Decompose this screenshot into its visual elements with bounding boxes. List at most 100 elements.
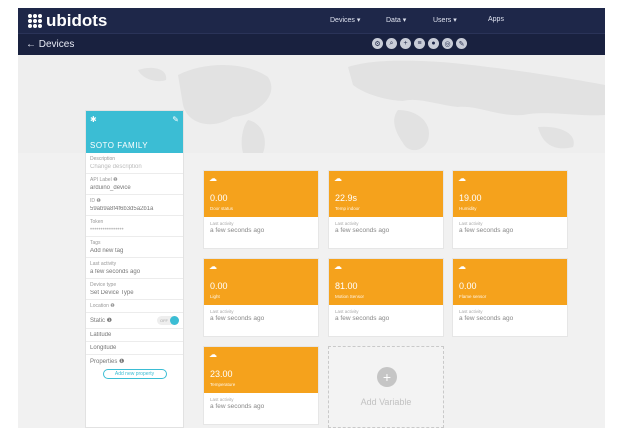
variable-card[interactable]: ☁ 81.00 Motion Sensor Last activity a fe… xyxy=(328,258,444,337)
field-token[interactable]: Token •••••••••••••••• xyxy=(86,216,183,237)
nav-devices[interactable]: Devices ▾ xyxy=(330,16,360,24)
cloud-icon: ☁ xyxy=(209,350,217,359)
variable-card[interactable]: ☁ 0.00 Light Last activity a few seconds… xyxy=(203,258,319,337)
field-value: a few seconds ago xyxy=(90,269,141,275)
last-activity-time: a few seconds ago xyxy=(459,315,514,322)
static-toggle[interactable]: OFF xyxy=(157,316,179,325)
plus-icon: + xyxy=(377,367,397,387)
pencil-icon[interactable]: ✎ xyxy=(456,38,467,49)
field-label: API Label ❶ xyxy=(90,177,118,183)
variable-value: 0.00 xyxy=(210,193,228,203)
add-icon[interactable]: + xyxy=(400,38,411,49)
breadcrumb-devices[interactable]: ← Devices xyxy=(26,39,74,50)
field-properties: Properties ❶ Add new property xyxy=(86,355,183,382)
variable-card[interactable]: ☁ 19.00 Humidity Last activity a few sec… xyxy=(452,170,568,249)
field-value: Set Device Type xyxy=(90,290,134,296)
field-api-label[interactable]: API Label ❶ arduino_device xyxy=(86,174,183,195)
longitude-label: Longitude xyxy=(90,345,117,351)
variable-name: Light xyxy=(210,294,220,299)
field-description[interactable]: Description Change description xyxy=(86,153,183,174)
last-activity-label: Last activity xyxy=(335,309,359,314)
top-navbar: ubidots Devices ▾ Data ▾ Users ▾ Apps xyxy=(18,8,605,33)
cloud-icon: ☁ xyxy=(334,262,342,271)
variable-card[interactable]: ☁ 23.00 Temperature Last activity a few … xyxy=(203,346,319,425)
device-details-panel: ✱ ✎ SOTO FAMILY Description Change descr… xyxy=(85,110,184,428)
variable-value: 22.9s xyxy=(335,193,358,203)
last-activity-label: Last activity xyxy=(459,309,483,314)
field-value: Add new tag xyxy=(90,248,124,254)
last-activity-label: Last activity xyxy=(459,221,483,226)
list-icon[interactable]: ≡ xyxy=(414,38,425,49)
field-label: ID ❶ xyxy=(90,198,101,204)
field-label: Device type xyxy=(90,282,117,288)
last-activity-time: a few seconds ago xyxy=(210,403,265,410)
add-variable-card[interactable]: + Add Variable xyxy=(328,346,444,428)
last-activity-time: a few seconds ago xyxy=(210,227,265,234)
static-toggle-text: OFF xyxy=(160,318,168,323)
last-activity-label: Last activity xyxy=(210,221,234,226)
field-label: Description xyxy=(90,156,116,162)
search-icon[interactable]: ⌕ xyxy=(386,38,397,49)
variable-name: Temp indoor xyxy=(335,206,360,211)
cloud-icon: ☁ xyxy=(209,262,217,271)
device-name: SOTO FAMILY xyxy=(90,141,149,150)
last-activity-label: Last activity xyxy=(335,221,359,226)
last-activity-time: a few seconds ago xyxy=(210,315,265,322)
variable-card[interactable]: ☁ 22.9s Temp indoor Last activity a few … xyxy=(328,170,444,249)
field-longitude[interactable]: Longitude xyxy=(86,342,183,355)
device-panel-header: ✱ ✎ SOTO FAMILY xyxy=(86,111,183,153)
static-label: Static ❶ xyxy=(90,318,113,324)
field-value: 59ab9a8f4f6b3d5a2b1a xyxy=(90,206,154,212)
variable-card[interactable]: ☁ 0.00 Door status Last activity a few s… xyxy=(203,170,319,249)
variable-name: Temperature xyxy=(210,382,236,387)
nav-apps[interactable]: Apps xyxy=(488,16,504,23)
cloud-icon: ☁ xyxy=(458,174,466,183)
variable-value: 81.00 xyxy=(335,281,358,291)
last-activity-label: Last activity xyxy=(210,397,234,402)
last-activity-time: a few seconds ago xyxy=(459,227,514,234)
nav-data[interactable]: Data ▾ xyxy=(386,16,406,24)
field-latitude[interactable]: Latitude xyxy=(86,329,183,342)
logo-dots-icon xyxy=(28,14,42,28)
globe-icon[interactable]: ◎ xyxy=(442,38,453,49)
field-last-activity: Last activity a few seconds ago xyxy=(86,258,183,279)
variable-card[interactable]: ☁ 0.00 Flame sensor Last activity a few … xyxy=(452,258,568,337)
last-activity-time: a few seconds ago xyxy=(335,227,390,234)
field-label: Location ❶ xyxy=(90,303,115,309)
cloud-icon: ☁ xyxy=(458,262,466,271)
device-gear-icon[interactable]: ✱ xyxy=(90,115,97,124)
toolbar: ⚙ ⌕ + ≡ ● ◎ ✎ xyxy=(372,38,467,49)
field-location: Location ❶ xyxy=(86,300,183,313)
variable-name: Humidity xyxy=(459,206,477,211)
latitude-label: Latitude xyxy=(90,332,112,338)
last-activity-label: Last activity xyxy=(210,309,234,314)
field-device-type[interactable]: Device type Set Device Type xyxy=(86,279,183,300)
variable-name: Flame sensor xyxy=(459,294,487,299)
field-tags[interactable]: Tags Add new tag xyxy=(86,237,183,258)
field-label: Tags xyxy=(90,240,101,246)
edit-pencil-icon[interactable]: ✎ xyxy=(172,115,179,124)
variable-name: Door status xyxy=(210,206,234,211)
sub-navbar: ← Devices ⚙ ⌕ + ≡ ● ◎ ✎ xyxy=(18,33,605,55)
field-value: •••••••••••••••• xyxy=(90,227,124,233)
properties-label: Properties ❶ xyxy=(90,359,125,365)
add-variable-label: Add Variable xyxy=(360,397,412,407)
nav-users[interactable]: Users ▾ xyxy=(433,16,457,24)
user-icon[interactable]: ● xyxy=(428,38,439,49)
cloud-icon: ☁ xyxy=(334,174,342,183)
cloud-icon: ☁ xyxy=(209,174,217,183)
add-property-button[interactable]: Add new property xyxy=(102,369,167,379)
settings-icon[interactable]: ⚙ xyxy=(372,38,383,49)
logo-text: ubidots xyxy=(46,11,108,30)
variable-value: 0.00 xyxy=(459,281,477,291)
field-id[interactable]: ID ❶ 59ab9a8f4f6b3d5a2b1a xyxy=(86,195,183,216)
variable-name: Motion Sensor xyxy=(335,294,365,299)
variable-value: 23.00 xyxy=(210,369,233,379)
field-label: Last activity xyxy=(90,261,117,267)
last-activity-time: a few seconds ago xyxy=(335,315,390,322)
field-static: Static ❶ OFF xyxy=(86,313,183,329)
ubidots-logo[interactable]: ubidots xyxy=(28,11,107,31)
variable-value: 0.00 xyxy=(210,281,228,291)
variable-value: 19.00 xyxy=(459,193,482,203)
field-label: Token xyxy=(90,219,104,225)
